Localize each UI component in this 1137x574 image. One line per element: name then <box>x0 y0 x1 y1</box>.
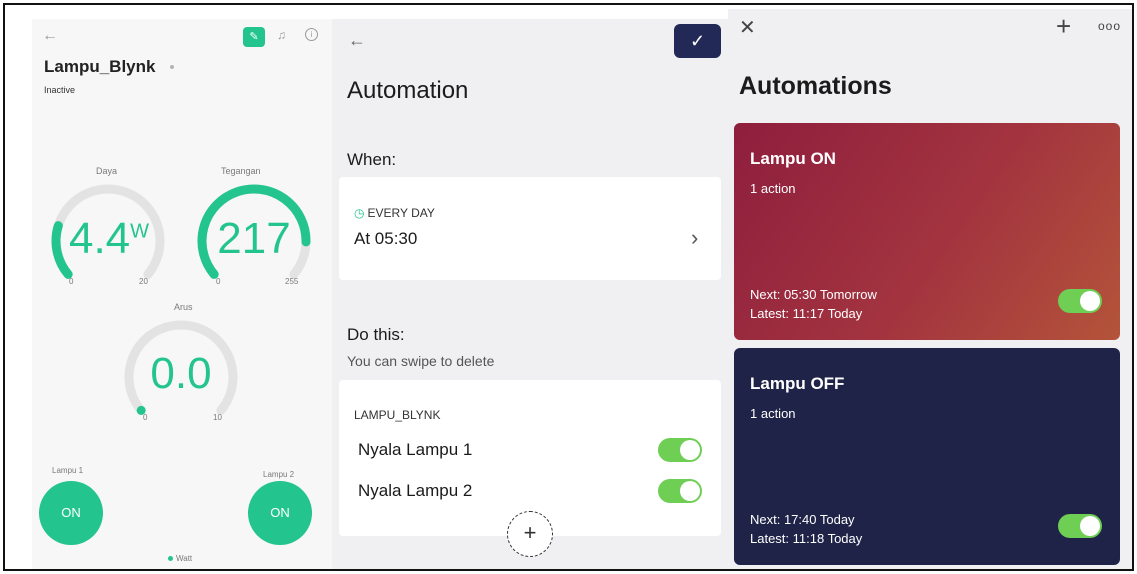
automation-editor-panel: ← ✓ Automation When: ◷ EVERY DAY At 05:30… <box>332 19 728 569</box>
chart-legend: Watt <box>168 554 192 563</box>
close-icon[interactable]: ✕ <box>739 15 756 40</box>
automation-name: Lampu OFF <box>750 374 845 393</box>
lampu-2-label: Lampu 2 <box>263 470 295 479</box>
gauge-arus-value: 0.0 <box>150 349 212 398</box>
schedule-repeat: ◷ EVERY DAY <box>354 206 435 220</box>
action-label-2: Nyala Lampu 2 <box>358 481 473 500</box>
lampu-1-button[interactable]: ON <box>39 481 103 545</box>
page-title: Automations <box>739 72 892 100</box>
status-dot <box>170 65 174 69</box>
lampu-1-label: Lampu 1 <box>52 466 84 475</box>
toggle-knob <box>1080 291 1100 311</box>
more-options-icon[interactable]: ooo <box>1098 19 1121 33</box>
action-toggle-2[interactable] <box>658 479 702 503</box>
chevron-right-icon[interactable]: › <box>691 225 698 251</box>
toggle-knob <box>680 440 700 460</box>
add-action-button[interactable]: + <box>507 511 553 557</box>
automation-action-count: 1 action <box>750 181 796 196</box>
automation-next-run: Next: 17:40 Today <box>750 512 855 527</box>
automation-latest-run: Latest: 11:17 Today <box>750 306 863 321</box>
confirm-checkmark-button[interactable]: ✓ <box>674 24 721 58</box>
add-icon[interactable]: + <box>1056 11 1071 42</box>
gauge-daya-label: Daya <box>96 166 118 176</box>
page-title: Automation <box>347 77 469 104</box>
gauge-tegangan-min: 0 <box>216 277 221 286</box>
info-icon[interactable]: i <box>305 28 318 41</box>
legend-dot <box>168 556 173 562</box>
automation-card-lampu-on[interactable]: Lampu ON 1 action Next: 05:30 Tomorrow L… <box>734 123 1120 340</box>
gauge-tegangan-max: 255 <box>285 277 299 286</box>
bell-icon[interactable]: ♫ <box>277 28 286 42</box>
swipe-hint: You can swipe to delete <box>347 353 495 369</box>
gauge-tegangan-label: Tegangan <box>221 166 261 176</box>
action-toggle-1[interactable] <box>658 438 702 462</box>
when-heading: When: <box>347 150 397 169</box>
gauge-daya-max: 20 <box>139 277 148 286</box>
schedule-time: At 05:30 <box>354 229 418 248</box>
gauge-daya-value: 4.4W <box>68 214 150 263</box>
clock-icon: ◷ <box>354 206 365 220</box>
automation-action-count: 1 action <box>750 406 796 421</box>
automation-card-lampu-off[interactable]: Lampu OFF 1 action Next: 17:40 Today Lat… <box>734 348 1120 565</box>
action-label-1: Nyala Lampu 1 <box>358 440 473 459</box>
do-this-heading: Do this: <box>347 325 405 344</box>
gauge-arus-min: 0 <box>143 413 148 422</box>
back-arrow-icon[interactable]: ← <box>348 30 366 51</box>
automation-toggle[interactable] <box>1058 514 1102 538</box>
device-title: Lampu_Blynk <box>44 57 156 76</box>
automation-next-run: Next: 05:30 Tomorrow <box>750 287 877 302</box>
automations-list-panel: ✕ + ooo Automations Lampu ON 1 action Ne… <box>728 9 1132 569</box>
screenshot-frame: ← ✎ ♫ i Lampu_Blynk Inactive Daya 4.4W 0… <box>3 3 1134 571</box>
device-dashboard-panel: ← ✎ ♫ i Lampu_Blynk Inactive Daya 4.4W 0… <box>32 19 332 569</box>
toggle-knob <box>1080 516 1100 536</box>
wrench-icon[interactable]: ✎ <box>243 27 265 47</box>
gauge-arus-max: 10 <box>213 413 222 422</box>
automation-toggle[interactable] <box>1058 289 1102 313</box>
device-status: Inactive <box>44 85 76 95</box>
gauge-daya-min: 0 <box>69 277 74 286</box>
action-device-name: LAMPU_BLYNK <box>354 408 441 422</box>
gauge-tegangan-value: 217 <box>217 214 291 263</box>
lampu-2-button[interactable]: ON <box>248 481 312 545</box>
automation-latest-run: Latest: 11:18 Today <box>750 531 863 546</box>
back-arrow-icon[interactable]: ← <box>42 27 58 45</box>
gauge-arus-label: Arus <box>174 302 193 312</box>
toggle-knob <box>680 481 700 501</box>
schedule-card[interactable]: ◷ EVERY DAY At 05:30 › <box>339 177 721 280</box>
automation-name: Lampu ON <box>750 149 836 168</box>
